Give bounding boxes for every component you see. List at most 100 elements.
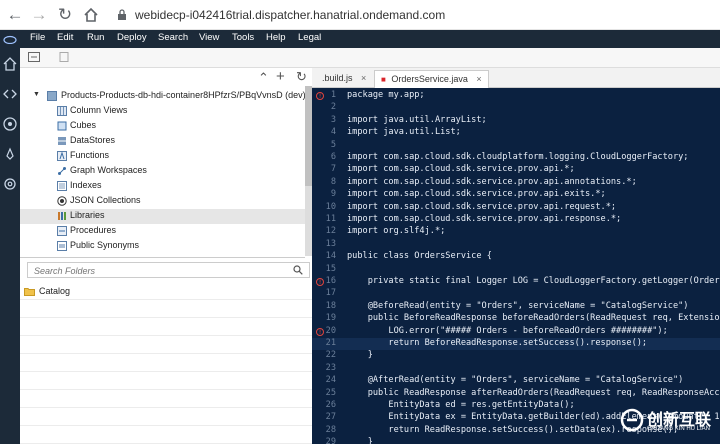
tree-item-json-collections[interactable]: JSON Collections [20, 194, 306, 209]
code-line[interactable]: 2 [312, 102, 720, 114]
code-line[interactable]: 9 import com.sap.cloud.sdk.service.prov.a… [312, 189, 720, 201]
menu-help[interactable]: Help [266, 32, 286, 43]
code-line[interactable]: 12 import org.slf4j.*; [312, 226, 720, 238]
code-line[interactable]: 8 import com.sap.cloud.sdk.service.prov.a… [312, 177, 720, 189]
new-connection-icon[interactable] [28, 52, 40, 62]
code-line[interactable]: 25 public ReadResponse afterReadOrders(R… [312, 388, 720, 400]
line-number: 13 [325, 238, 336, 249]
code-line[interactable]: 14 public class OrdersService { [312, 251, 720, 263]
tree-item-cubes[interactable]: Cubes [20, 119, 306, 134]
menu-file[interactable]: File [30, 32, 45, 43]
settings-icon[interactable] [2, 176, 18, 192]
code-line[interactable]: 7 import com.sap.cloud.sdk.service.prov.a… [312, 164, 720, 176]
datastores-icon [58, 137, 66, 145]
code-line[interactable]: 21 return BeforeReadResponse.setSuccess(… [312, 338, 720, 351]
menu-deploy[interactable]: Deploy [117, 32, 147, 43]
tree-item-column-views[interactable]: Column Views [20, 104, 306, 119]
watermark-logo: 创新互联 CHUANG XIN HU LIAN [620, 404, 720, 444]
debug-icon[interactable] [2, 146, 18, 162]
code-line[interactable]: ! 20 LOG.error("##### Orders - beforeRead… [312, 326, 720, 338]
tree-root-node[interactable]: ▼ Products-Products-db-hdi-container8HPf… [20, 88, 312, 104]
address-bar[interactable]: webidecp-i042416trial.dispatcher.hanatri… [135, 8, 445, 22]
code-icon[interactable] [2, 86, 18, 102]
code-line[interactable]: 5 [312, 140, 720, 152]
menu-bar: File Edit Run Deploy Search View Tools H… [0, 30, 720, 48]
tree-item-libraries[interactable]: Libraries [20, 209, 306, 224]
activity-rail [0, 48, 20, 444]
menu-edit[interactable]: Edit [57, 32, 73, 43]
code-text: } [347, 350, 373, 361]
line-number: 24 [325, 375, 336, 386]
code-line[interactable]: 10 import com.sap.cloud.sdk.service.prov.… [312, 202, 720, 214]
column-views-icon [57, 106, 67, 116]
menu-search[interactable]: Search [158, 32, 188, 43]
line-number: 29 [325, 437, 336, 444]
tree-item-procedures[interactable]: Procedures [20, 224, 306, 239]
tree-item-functions[interactable]: Functions [20, 149, 306, 164]
back-icon[interactable]: ← [4, 4, 26, 26]
code-text: private static final Logger LOG = CloudL… [347, 276, 720, 286]
tree-header: ⌃ + ↻ [20, 68, 312, 88]
code-line[interactable]: 6 import com.sap.cloud.sdk.cloudplatform.… [312, 152, 720, 164]
add-icon[interactable]: + [276, 68, 285, 85]
reload-icon[interactable]: ↻ [54, 4, 76, 26]
code-line[interactable]: 15 [312, 264, 720, 276]
code-line[interactable]: 22 } [312, 350, 720, 362]
code-line[interactable]: 18 @BeforeRead(entity = "Orders", servic… [312, 301, 720, 313]
code-text: return BeforeReadResponse.setSuccess().r… [347, 338, 648, 348]
menu-run[interactable]: Run [87, 32, 104, 43]
code-text: } [347, 437, 373, 444]
tree-item-label: Indexes [70, 180, 102, 190]
folder-empty-row [20, 426, 312, 444]
synonyms-icon [57, 241, 67, 251]
code-text: import com.sap.cloud.sdk.service.prov.ap… [347, 176, 637, 187]
code-line[interactable]: 13 [312, 239, 720, 251]
tree-item-datastores[interactable]: DataStores [20, 134, 306, 149]
database-explorer-icon[interactable] [2, 116, 18, 132]
scrollbar-thumb[interactable] [305, 86, 312, 186]
code-editor[interactable]: ! 1 package my.app; 2 3 import java.util.Arra… [312, 88, 720, 444]
folder-item-catalog[interactable]: Catalog [20, 282, 312, 300]
line-number: 23 [325, 362, 336, 373]
line-number: 8 [330, 176, 336, 187]
tree-clip-edge [20, 254, 305, 258]
code-line[interactable]: 11 import com.sap.cloud.sdk.service.prov.… [312, 214, 720, 226]
search-folders-field[interactable] [27, 262, 310, 278]
tree-item-label: Functions [70, 150, 110, 160]
tab-build-js[interactable]: .build.js × [316, 70, 372, 88]
search-folders-input[interactable] [28, 264, 268, 278]
tree-item-public-synonyms[interactable]: Public Synonyms [20, 239, 306, 254]
line-number: 27 [325, 412, 336, 423]
tab-orders-service[interactable]: ■ OrdersService.java × [374, 70, 489, 88]
code-line[interactable]: 19 public BeforeReadResponse beforeReadO… [312, 313, 720, 325]
line-number: 7 [330, 164, 336, 175]
code-line[interactable]: ! 1 package my.app; [312, 90, 720, 102]
code-line[interactable]: ! 16 private static final Logger LOG = Cl… [312, 276, 720, 288]
line-number: 16 [325, 276, 336, 286]
forward-icon[interactable]: → [28, 4, 50, 26]
refresh-icon[interactable]: ↻ [296, 69, 307, 85]
menu-tools[interactable]: Tools [232, 32, 254, 43]
menu-legal[interactable]: Legal [298, 32, 321, 43]
code-text: import java.util.List; [347, 127, 461, 138]
menu-view[interactable]: View [199, 32, 219, 43]
tree-item-indexes[interactable]: Indexes [20, 179, 306, 194]
tree-scrollbar[interactable] [305, 86, 312, 256]
tree-item-label: DataStores [70, 135, 116, 145]
code-line[interactable]: 17 [312, 288, 720, 300]
line-number: 9 [330, 189, 336, 200]
collapse-icon[interactable]: ⌃ [258, 70, 269, 86]
code-line[interactable]: 23 [312, 363, 720, 375]
expand-caret-icon[interactable]: ▼ [33, 91, 40, 98]
close-icon[interactable]: × [361, 73, 366, 83]
code-line[interactable]: 4 import java.util.List; [312, 127, 720, 139]
home-rail-icon[interactable] [2, 56, 18, 72]
code-line[interactable]: 24 @AfterRead(entity = "Orders", service… [312, 375, 720, 387]
search-icon[interactable] [293, 265, 303, 275]
home-icon[interactable] [80, 4, 102, 26]
close-icon[interactable]: × [476, 74, 481, 84]
cloud-logo-icon [3, 35, 17, 44]
open-sql-console-icon[interactable] [58, 52, 70, 62]
tree-item-graph-workspaces[interactable]: Graph Workspaces [20, 164, 306, 179]
code-line[interactable]: 3 import java.util.ArrayList; [312, 115, 720, 127]
